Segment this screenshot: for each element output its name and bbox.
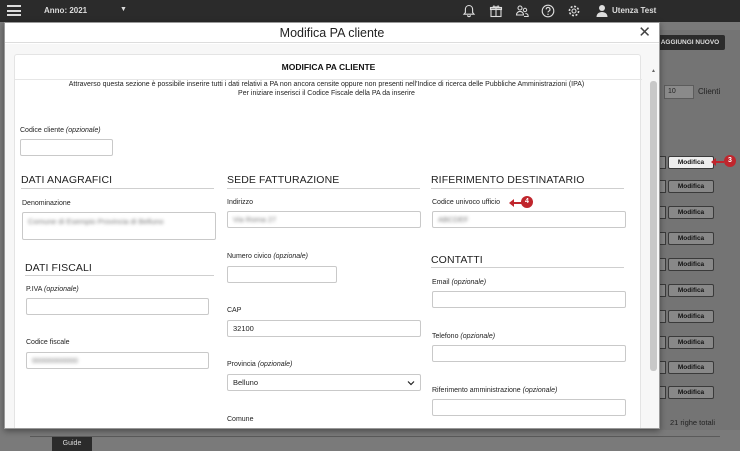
cap-label: CAP: [227, 307, 242, 314]
email-input[interactable]: [432, 291, 626, 308]
codice-univoco-input[interactable]: ABCDEF: [432, 211, 626, 228]
card-title: MODIFICA PA CLIENTE: [281, 62, 376, 72]
codice-fiscale-label: Codice fiscale: [26, 339, 70, 346]
contatti-heading: CONTATTI: [431, 254, 483, 266]
denominazione-value: Comune di Esempio Provincia di Belluno: [28, 217, 164, 226]
close-icon[interactable]: ✕: [638, 25, 651, 40]
callout-arrow: [711, 158, 724, 166]
riferimento-amministrazione-input[interactable]: [432, 399, 626, 416]
row-button-stub: [660, 310, 666, 323]
provincia-select[interactable]: Belluno: [227, 374, 421, 391]
codice-fiscale-value: 00000000000: [32, 356, 78, 365]
dati-anagrafici-heading: DATI ANAGRAFICI: [21, 174, 113, 186]
user-icon[interactable]: [595, 3, 609, 18]
row-edit-button[interactable]: Modifica: [668, 156, 714, 169]
codice-univoco-value: ABCDEF: [438, 215, 469, 224]
row-button-stub: [660, 206, 666, 219]
section-divider: [21, 188, 214, 189]
row-button-stub: [660, 258, 666, 271]
modal-title: Modifica PA cliente: [279, 26, 385, 40]
form-card: MODIFICA PA CLIENTE: [14, 54, 642, 428]
row-button-stub: [660, 180, 666, 193]
row-edit-button[interactable]: Modifica: [668, 336, 714, 349]
provincia-value: Belluno: [233, 378, 259, 387]
comune-select[interactable]: [227, 428, 421, 429]
sede-fatturazione-heading: SEDE FATTURAZIONE: [227, 174, 340, 186]
row-button-stub: [660, 156, 666, 169]
dati-fiscali-heading: DATI FISCALI: [25, 262, 92, 274]
rows-per-page-select[interactable]: 10: [664, 85, 694, 99]
callout-badge-3: 3: [724, 155, 736, 167]
modal-header: Modifica PA cliente ✕: [5, 23, 659, 43]
riferimento-destinatario-heading: RIFERIMENTO DESTINATARIO: [431, 174, 585, 186]
section-divider: [227, 188, 420, 189]
comune-label: Comune: [227, 416, 254, 423]
guide-tab[interactable]: Guide: [52, 437, 92, 451]
row-button-stub: [660, 284, 666, 297]
section-divider: [431, 188, 624, 189]
numero-civico-label: Numero civico (opzionale): [227, 253, 308, 260]
cap-input[interactable]: 32100: [227, 320, 421, 337]
intro-line-2: Per iniziare inserisci il Codice Fiscale…: [238, 90, 415, 97]
riferimento-amministrazione-label: Riferimento amministrazione (opzionale): [432, 387, 558, 394]
total-rows-label: 21 righe totali: [670, 418, 716, 427]
gift-icon[interactable]: [489, 4, 503, 18]
section-divider: [431, 267, 624, 268]
row-edit-button[interactable]: Modifica: [668, 232, 714, 245]
codice-fiscale-input[interactable]: 00000000000: [26, 352, 209, 369]
year-selector[interactable]: Anno: 2021: [44, 6, 87, 15]
users-icon[interactable]: [515, 4, 529, 18]
hamburger-menu-icon[interactable]: [7, 5, 21, 16]
rows-label: Clienti: [698, 87, 721, 96]
help-icon[interactable]: [541, 4, 555, 18]
chevron-down-icon[interactable]: ▼: [120, 6, 127, 13]
chevron-down-icon[interactable]: [407, 379, 415, 387]
row-edit-button[interactable]: Modifica: [668, 206, 714, 219]
footer-divider: [30, 436, 720, 437]
email-label: Email (opzionale): [432, 279, 487, 286]
numero-civico-input[interactable]: [227, 266, 337, 283]
row-edit-button[interactable]: Modifica: [668, 361, 714, 374]
denominazione-input[interactable]: Comune di Esempio Provincia di Belluno: [22, 212, 216, 240]
denominazione-label: Denominazione: [22, 200, 71, 207]
section-divider: [25, 275, 214, 276]
edit-pa-modal: Modifica PA cliente ✕ ▲ ▼ MODIFICA PA CL…: [4, 22, 660, 429]
row-button-stub: [660, 386, 666, 399]
scroll-thumb[interactable]: [650, 81, 657, 371]
indirizzo-input[interactable]: Via Roma 27: [227, 211, 421, 228]
row-edit-button[interactable]: Modifica: [668, 310, 714, 323]
intro-text: Attraverso questa sezione è possibile in…: [5, 80, 648, 98]
codice-cliente-label: Codice cliente (opzionale): [20, 127, 101, 134]
telefono-input[interactable]: [432, 345, 626, 362]
user-name[interactable]: Utenza Test: [612, 6, 656, 15]
indirizzo-label: Indirizzo: [227, 199, 254, 206]
bell-icon[interactable]: [462, 4, 476, 18]
row-button-stub: [660, 336, 666, 349]
row-edit-button[interactable]: Modifica: [668, 386, 714, 399]
intro-line-1: Attraverso questa sezione è possibile in…: [68, 81, 585, 88]
row-edit-button[interactable]: Modifica: [668, 258, 714, 271]
top-bar: Anno: 2021 ▼ Utenza Test: [0, 0, 740, 22]
scroll-up-icon[interactable]: ▲: [650, 68, 657, 74]
callout-badge-4: 4: [521, 196, 533, 208]
scrollbar[interactable]: ▲ ▼: [650, 66, 657, 428]
codice-cliente-input[interactable]: [20, 139, 113, 156]
indirizzo-value: Via Roma 27: [233, 215, 277, 224]
row-edit-button[interactable]: Modifica: [668, 180, 714, 193]
telefono-label: Telefono (opzionale): [432, 333, 496, 340]
gear-icon[interactable]: [567, 4, 581, 18]
row-button-stub: [660, 232, 666, 245]
add-new-button[interactable]: AGGIUNGI NUOVO: [655, 35, 725, 50]
codice-univoco-label: Codice univoco ufficio: [432, 199, 500, 206]
piva-label: P.IVA (opzionale): [26, 286, 79, 293]
piva-input[interactable]: [26, 298, 209, 315]
row-button-stub: [660, 361, 666, 374]
provincia-label: Provincia (opzionale): [227, 361, 293, 368]
row-edit-button[interactable]: Modifica: [668, 284, 714, 297]
